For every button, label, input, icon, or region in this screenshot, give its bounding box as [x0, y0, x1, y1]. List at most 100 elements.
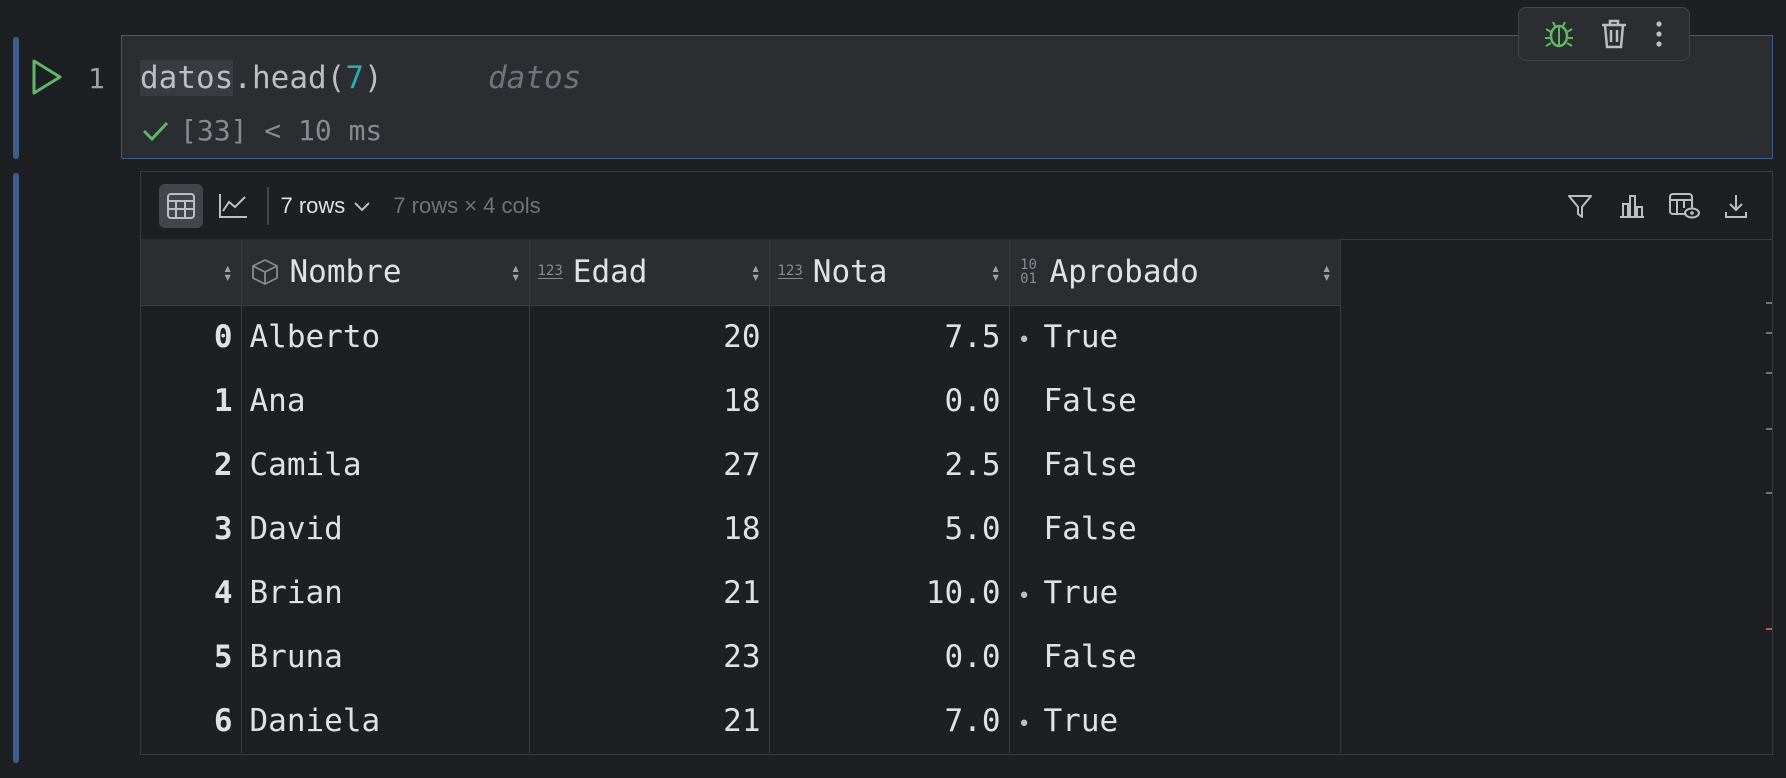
cell-nombre[interactable]: Camila — [241, 433, 530, 497]
cell-edad[interactable]: 21 — [529, 561, 770, 625]
cell-nombre[interactable]: Alberto — [241, 305, 530, 369]
cell-nota[interactable]: 7.0 — [769, 689, 1010, 753]
cell-aprobado[interactable]: False — [1009, 433, 1341, 497]
cell-edad[interactable]: 18 — [529, 369, 770, 433]
column-header-edad[interactable]: 123 Edad ▴ ▾ — [529, 239, 770, 306]
column-header-nota[interactable]: 123 Nota ▴ ▾ — [769, 239, 1010, 306]
cell-aprobado-value: True — [1043, 575, 1119, 611]
cell-aprobado[interactable]: False — [1009, 369, 1341, 433]
cell-nota[interactable]: 0.0 — [769, 625, 1010, 689]
table-row[interactable]: 3 David 18 5.0 False — [141, 497, 1341, 561]
cell-aprobado-value: False — [1043, 511, 1137, 547]
bar-chart-icon — [1620, 194, 1644, 218]
cell-edad[interactable]: 18 — [529, 497, 770, 561]
trash-icon[interactable] — [1599, 18, 1629, 50]
table-row[interactable]: 0 Alberto 20 7.5 • True — [141, 305, 1341, 369]
code-line[interactable]: datos.head(7) — [140, 60, 383, 96]
table-row[interactable]: 2 Camila 27 2.5 False — [141, 433, 1341, 497]
sort-icon[interactable]: ▴ ▾ — [511, 259, 521, 284]
cell-aprobado[interactable]: • True — [1009, 561, 1341, 625]
cell-nombre[interactable]: Daniela — [241, 689, 530, 753]
table-row[interactable]: 4 Brian 21 10.0 • True — [141, 561, 1341, 625]
boolean-type-icon: 10 01 — [1020, 256, 1037, 287]
debug-icon[interactable] — [1543, 18, 1575, 50]
code-variable[interactable]: datos — [140, 60, 234, 96]
execution-status-text: [33] < 10 ms — [180, 114, 383, 147]
output-gutter-bar — [13, 173, 19, 763]
chart-line-icon — [219, 193, 247, 218]
line-number: 1 — [88, 62, 105, 95]
column-visibility-button[interactable] — [1662, 184, 1706, 228]
chart-view-button[interactable] — [211, 184, 255, 228]
column-name: Aprobado — [1049, 253, 1199, 290]
cell-edad[interactable]: 23 — [529, 625, 770, 689]
row-index: 2 — [141, 433, 242, 497]
cell-nota[interactable]: 5.0 — [769, 497, 1010, 561]
toolbar-separator — [267, 186, 269, 225]
cell-nota[interactable]: 7.5 — [769, 305, 1010, 369]
inline-value-hint: datos — [488, 60, 582, 96]
column-header-nombre[interactable]: Nombre ▴ ▾ — [241, 239, 530, 306]
cell-edad[interactable]: 21 — [529, 689, 770, 753]
scroll-marker — [1766, 628, 1772, 630]
check-icon — [142, 121, 169, 141]
column-header-aprobado[interactable]: 10 01 Aprobado ▴ ▾ — [1009, 239, 1341, 306]
sort-icon[interactable]: ▴ ▾ — [223, 259, 233, 284]
cell-nombre[interactable]: Brian — [241, 561, 530, 625]
filter-button[interactable] — [1558, 184, 1602, 228]
index-column-header[interactable]: ▴ ▾ — [141, 239, 242, 306]
code-close-paren: ) — [363, 60, 383, 96]
cell-aprobado-value: True — [1043, 703, 1119, 739]
sort-icon[interactable]: ▴ ▾ — [1322, 259, 1332, 284]
scroll-marker — [1766, 302, 1772, 304]
rows-dropdown-label: 7 rows — [280, 192, 346, 218]
cell-nota[interactable]: 2.5 — [769, 433, 1010, 497]
true-marker: • — [1017, 712, 1031, 737]
table-eye-icon — [1669, 192, 1700, 218]
cell-nota[interactable]: 0.0 — [769, 369, 1010, 433]
download-icon — [1725, 194, 1747, 218]
table-icon — [167, 192, 195, 219]
code-argument: 7 — [345, 60, 364, 96]
cell-nombre[interactable]: David — [241, 497, 530, 561]
cell-gutter-bar — [13, 37, 19, 159]
cell-nombre[interactable]: Bruna — [241, 625, 530, 689]
run-cell-button[interactable] — [30, 58, 64, 96]
sort-icon[interactable]: ▴ ▾ — [751, 259, 761, 284]
object-type-icon — [251, 258, 278, 285]
cell-aprobado[interactable]: • True — [1009, 689, 1341, 753]
dataframe-output: 7 rows 7 rows × 4 cols ▴ ▾ Nombre ▴ ▾ 12… — [140, 171, 1773, 755]
table-header-row: ▴ ▾ Nombre ▴ ▾ 123 Edad ▴ ▾ 123 Nota ▴ ▾… — [141, 239, 1341, 306]
table-row[interactable]: 6 Daniela 21 7.0 • True — [141, 689, 1341, 753]
scroll-marker — [1766, 372, 1772, 374]
row-index: 4 — [141, 561, 242, 625]
cell-aprobado[interactable]: • True — [1009, 305, 1341, 369]
cell-aprobado[interactable]: False — [1009, 625, 1341, 689]
cell-nota[interactable]: 10.0 — [769, 561, 1010, 625]
cell-edad[interactable]: 20 — [529, 305, 770, 369]
cell-aprobado[interactable]: False — [1009, 497, 1341, 561]
rows-dropdown[interactable]: 7 rows — [281, 193, 372, 219]
cell-aprobado-value: False — [1043, 447, 1137, 483]
output-toolbar: 7 rows 7 rows × 4 cols — [141, 172, 1772, 240]
execution-status: [33] < 10 ms — [140, 114, 382, 147]
column-name: Nombre — [289, 253, 402, 290]
cell-nombre[interactable]: Ana — [241, 369, 530, 433]
table-row[interactable]: 5 Bruna 23 0.0 False — [141, 625, 1341, 689]
table-row[interactable]: 1 Ana 18 0.0 False — [141, 369, 1341, 433]
chevron-down-icon — [354, 201, 371, 211]
more-vertical-icon[interactable] — [1653, 18, 1665, 50]
scroll-marker — [1766, 332, 1772, 334]
download-button[interactable] — [1714, 184, 1758, 228]
scroll-marker — [1766, 492, 1772, 494]
table-view-button[interactable] — [159, 183, 203, 228]
row-index: 0 — [141, 305, 242, 369]
row-index: 1 — [141, 369, 242, 433]
cell-aprobado-value: False — [1043, 383, 1137, 419]
column-stats-button[interactable] — [1610, 184, 1654, 228]
dataframe-shape: 7 rows × 4 cols — [393, 192, 541, 218]
numeric-type-icon: 123 — [777, 263, 803, 280]
cell-edad[interactable]: 27 — [529, 433, 770, 497]
true-marker: • — [1017, 328, 1031, 354]
sort-icon[interactable]: ▴ ▾ — [991, 259, 1001, 284]
